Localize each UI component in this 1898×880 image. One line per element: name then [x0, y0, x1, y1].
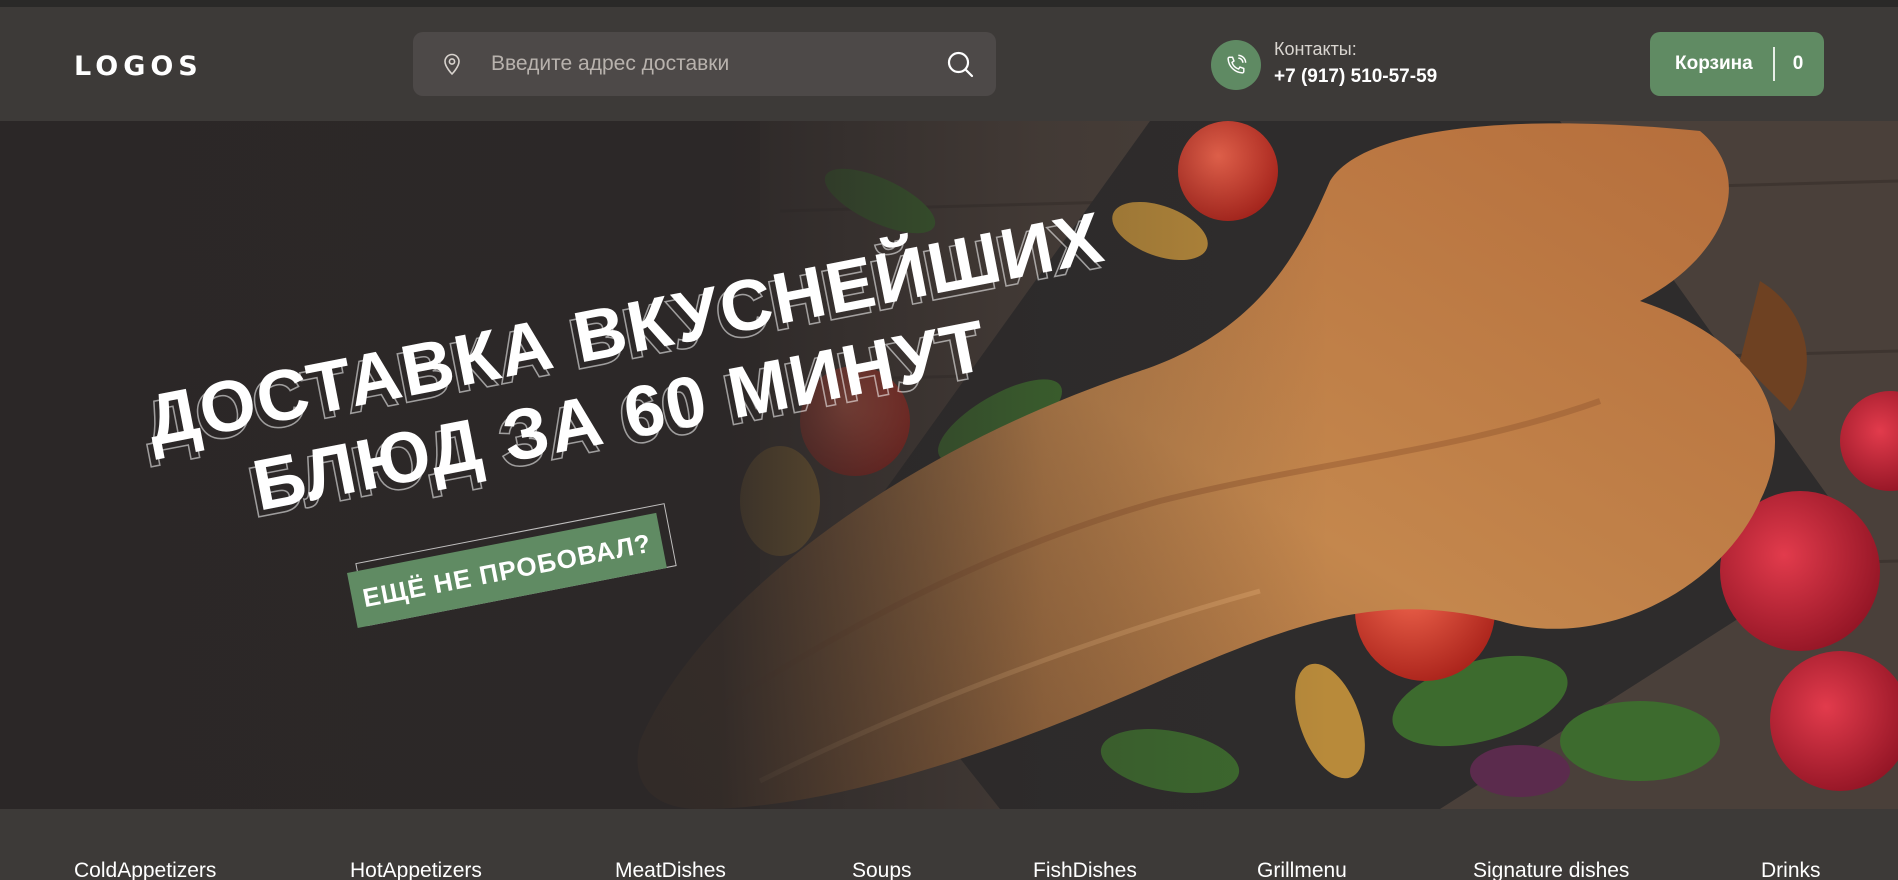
top-strip	[0, 0, 1898, 7]
phone-button[interactable]	[1211, 40, 1261, 90]
category-menu: ColdAppetizers HotAppetizers MeatDishes …	[0, 809, 1898, 880]
address-search	[413, 32, 996, 96]
category-drinks[interactable]: Drinks	[1761, 859, 1821, 880]
contacts-label: Контакты:	[1274, 39, 1357, 59]
location-pin-icon	[444, 53, 460, 76]
address-input[interactable]	[491, 44, 931, 84]
hero-banner: ДОСТАВКА ВКУСНЕЙШИХ ДОСТАВКА ВКУСНЕЙШИХ …	[0, 121, 1898, 809]
search-icon[interactable]	[946, 50, 974, 78]
cart-divider	[1772, 47, 1775, 81]
site-header: LOGOS Контакты: +7 (917) 510-57-59 Корзи…	[0, 7, 1898, 121]
category-soups[interactable]: Soups	[852, 859, 912, 880]
cart-count: 0	[1792, 53, 1804, 74]
category-hot-appetizers[interactable]: HotAppetizers	[350, 859, 482, 880]
category-fish-dishes[interactable]: FishDishes	[1033, 859, 1137, 880]
logo[interactable]: LOGOS	[74, 51, 203, 82]
cart-button[interactable]: Корзина 0	[1650, 32, 1824, 96]
category-meat-dishes[interactable]: MeatDishes	[615, 859, 726, 880]
cart-label: Корзина	[1675, 53, 1753, 74]
phone-icon	[1227, 54, 1247, 74]
category-signature-dishes[interactable]: Signature dishes	[1473, 859, 1629, 880]
category-cold-appetizers[interactable]: ColdAppetizers	[74, 859, 216, 880]
contacts-phone[interactable]: +7 (917) 510-57-59	[1274, 66, 1437, 88]
category-grill-menu[interactable]: Grillmenu	[1257, 859, 1347, 880]
